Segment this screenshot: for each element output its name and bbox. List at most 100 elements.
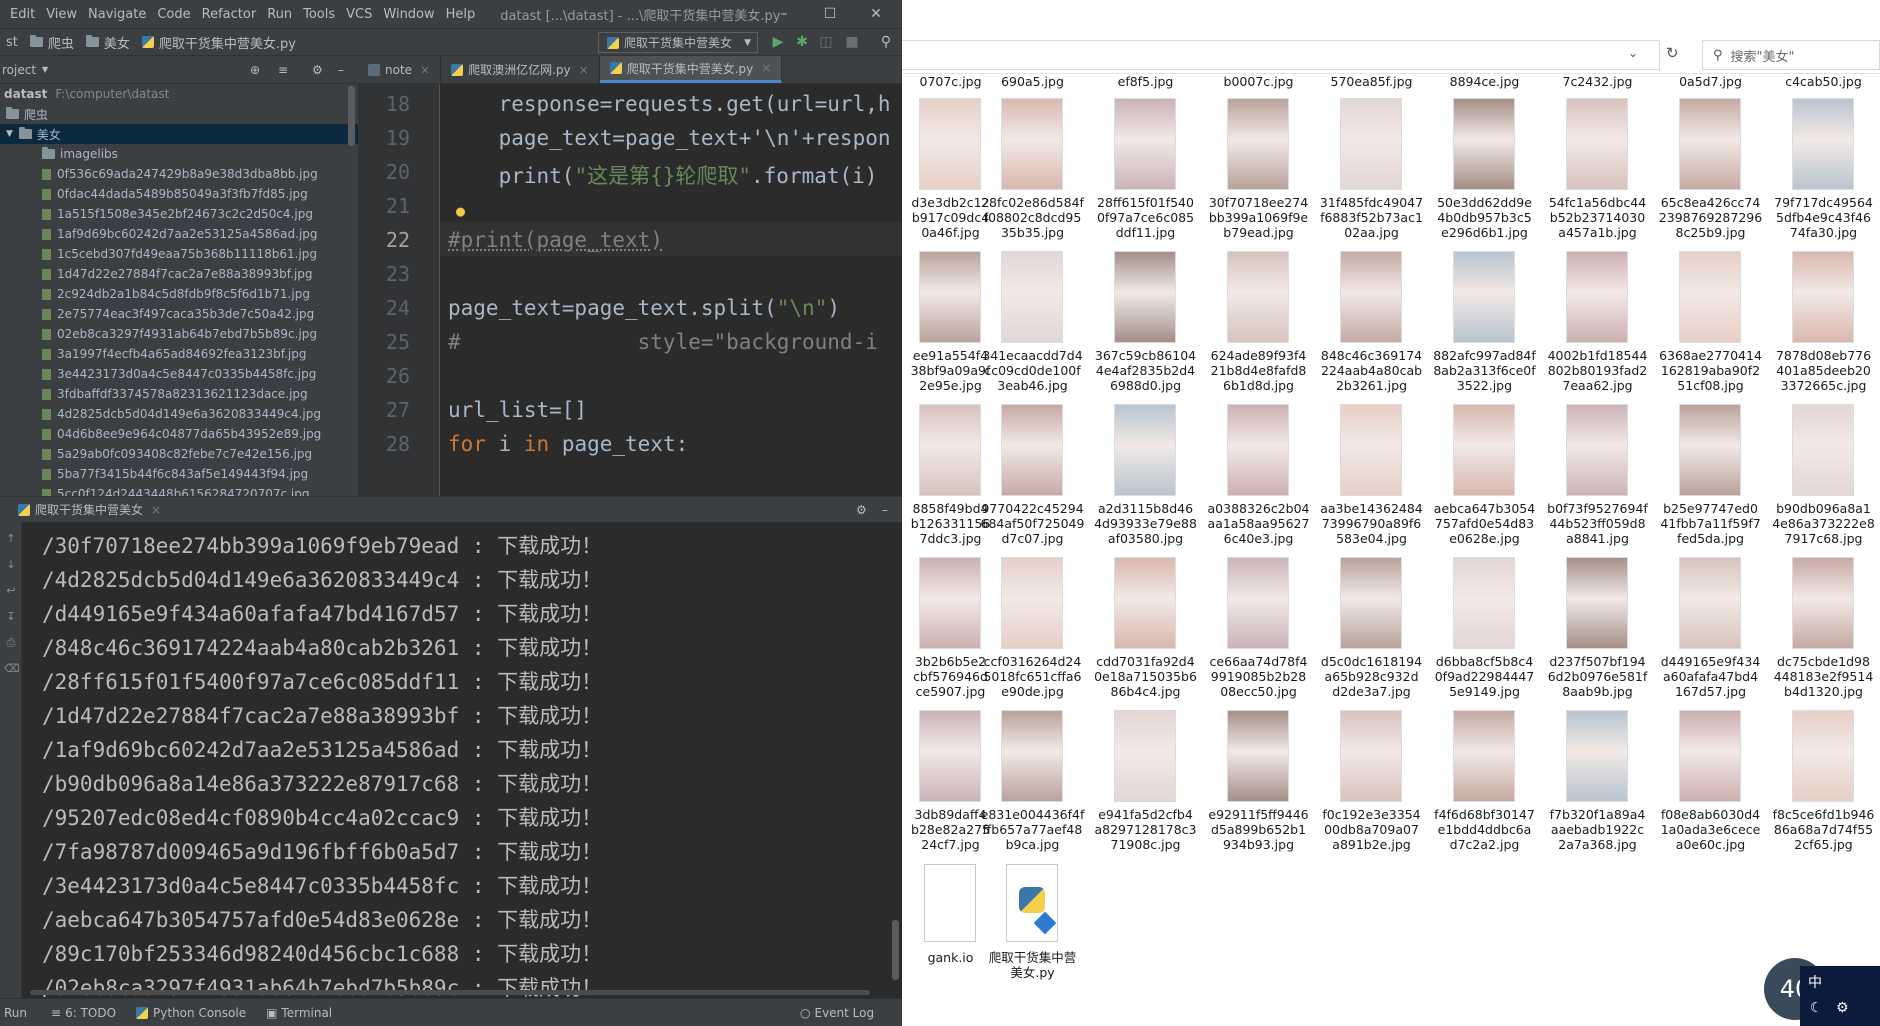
image-file[interactable]: a2d3115b8d46 4d93933e79e88 af03580.jpg — [1089, 404, 1202, 554]
image-file[interactable]: 624ade89f93f4 21b8d4e8fafd8 6b1d8d.jpg — [1202, 251, 1315, 401]
tree-root[interactable]: datast F:\computer\datast — [0, 84, 358, 104]
tree-file-item[interactable]: 0fdac44dada5489b85049a3f3fb7fd85.jpg — [0, 184, 358, 204]
file-name[interactable]: 0a5d7.jpg — [1654, 74, 1767, 89]
image-file[interactable]: 30f70718ee274 bb399a1069f9e b79ead.jpg — [1202, 98, 1315, 248]
image-file[interactable]: 4002b1fd18544 802b80193fad2 7eaa62.jpg — [1541, 251, 1654, 401]
image-file[interactable]: 882afc997ad84f 8ab2a313f6ce0f 3522.jpg — [1428, 251, 1541, 401]
file-name[interactable]: c4cab50.jpg — [1767, 74, 1880, 89]
todo-tool-button[interactable]: ≡ 6: TODO — [51, 1006, 116, 1020]
tree-file-item[interactable]: 02eb8ca3297f4931ab64b7ebd7b5b89c.jpg — [0, 324, 358, 344]
address-bar[interactable]: ⌄ — [902, 40, 1660, 70]
input-method-icon[interactable]: 中 — [1808, 972, 1822, 992]
image-file[interactable]: d449165e9f434 a60afafa47bd4 167d57.jpg — [1654, 557, 1767, 707]
tree-file-item[interactable]: 0f536c69ada247429b8a9e38d3dba8bb.jpg — [0, 164, 358, 184]
image-file[interactable]: aa3be14362484 73996790a89f6 583e04.jpg — [1315, 404, 1428, 554]
close-icon[interactable]: × — [761, 61, 771, 75]
tree-file-item[interactable]: 1c5cebd307fd49eaa75b368b11118b61.jpg — [0, 244, 358, 264]
menu-item[interactable]: Edit — [10, 7, 35, 22]
lightbulb-icon[interactable]: ● — [456, 202, 465, 220]
tree-file-item[interactable]: 5ba77f3415b44f6c843af5e149443f94.jpg — [0, 464, 358, 484]
file-name[interactable]: 570ea85f.jpg — [1315, 74, 1428, 89]
hide-icon[interactable]: – — [338, 63, 344, 77]
image-file[interactable]: ce66aa74d78f4 9919085b2b28 08ecc50.jpg — [1202, 557, 1315, 707]
image-file[interactable]: b90db096a8a1 4e86a373222e8 7917c68.jpg — [1767, 404, 1880, 554]
menu-item[interactable]: VCS — [346, 7, 372, 22]
menu-item[interactable]: Code — [157, 7, 190, 22]
gear-icon[interactable]: ⚙ — [1836, 1000, 1849, 1016]
maximize-icon[interactable]: ☐ — [810, 0, 850, 28]
tree-scrollbar[interactable] — [348, 86, 355, 146]
image-file[interactable]: 31f485fdc49047 f6883f52b73ac1 02aa.jpg — [1315, 98, 1428, 248]
tree-file-item[interactable]: 2c924db2a1b84c5d8fdb9f8c5f6d1b71.jpg — [0, 284, 358, 304]
image-file[interactable]: 6368ae2770414 162819aba90f2 51cf08.jpg — [1654, 251, 1767, 401]
python-console-button[interactable]: Python Console — [136, 1006, 246, 1020]
image-file[interactable]: e831e004436f4f ffb657a77aef48 b9ca.jpg — [976, 710, 1089, 860]
code-editor[interactable]: response=requests.get(url=url,h page_tex… — [440, 84, 902, 496]
image-file[interactable]: f4f6d68bf30147 e1bdd4ddbc6a d7c2a2.jpg — [1428, 710, 1541, 860]
tree-file-item[interactable]: 3a1997f4ecfb4a65ad84692fea3123bf.jpg — [0, 344, 358, 364]
image-file[interactable]: b25e97747ed0 41fbb7a11f59f7 fed5da.jpg — [1654, 404, 1767, 554]
python-script-file[interactable]: 爬取干货集中营 美女.py — [976, 864, 1089, 994]
tree-file-item[interactable]: 3e4423173d0a4c5e8447c0335b4458fc.jpg — [0, 364, 358, 384]
refresh-icon[interactable]: ↻ — [1666, 44, 1679, 62]
image-file[interactable]: a0388326c2b04 aa1a58aa95627 6c40e3.jpg — [1202, 404, 1315, 554]
image-file[interactable]: d6bba8cf5b8c4 0f9ad22984447 5e9149.jpg — [1428, 557, 1541, 707]
image-file[interactable]: 7878d08eb776 401a85deeb20 3372665c.jpg — [1767, 251, 1880, 401]
image-file[interactable]: 9770422c45294 684af50f725049 d7c07.jpg — [976, 404, 1089, 554]
minimize-icon[interactable]: – — [764, 0, 804, 28]
file-name[interactable]: 7c2432.jpg — [1541, 74, 1654, 89]
file-name[interactable]: 8894ce.jpg — [1428, 74, 1541, 89]
tree-file-item[interactable]: 1af9d69bc60242d7aa2e53125a4586ad.jpg — [0, 224, 358, 244]
tab-ganhuo[interactable]: 爬取干货集中营美女.py × — [599, 56, 783, 83]
coverage-icon[interactable]: ◫ — [816, 32, 836, 52]
menu-item[interactable]: Refactor — [202, 7, 257, 22]
scroll-down-icon[interactable]: ↓ — [4, 558, 18, 572]
gear-icon[interactable]: ⚙ — [312, 63, 323, 77]
file-name[interactable]: ef8f5.jpg — [1089, 74, 1202, 89]
image-file[interactable]: e92911f5ff9446 d5a899b652b1 934b93.jpg — [1202, 710, 1315, 860]
image-file[interactable]: 28fc02e86d584f f08802c8dcd95 35b35.jpg — [976, 98, 1089, 248]
image-file[interactable]: e941fa5d2cfb4 a8297128178c3 71908c.jpg — [1089, 710, 1202, 860]
tree-file-item[interactable]: 2e75774eac3f497caca35b3de7c50a42.jpg — [0, 304, 358, 324]
file-name[interactable]: b0007c.jpg — [1202, 74, 1315, 89]
breadcrumb-root[interactable]: st — [0, 35, 24, 50]
search-input[interactable]: ⚲ 搜索"美女" — [1702, 40, 1880, 70]
file-name[interactable]: 690a5.jpg — [976, 74, 1089, 89]
image-file[interactable]: ccf0316264d24 5018fc651cffa6 e90de.jpg — [976, 557, 1089, 707]
breadcrumb-folder-meinv[interactable]: 美女 — [80, 33, 136, 52]
menu-item[interactable]: Navigate — [88, 7, 146, 22]
gear-icon[interactable]: ⚙ — [856, 503, 867, 517]
run-tool-button[interactable]: Run — [4, 1006, 27, 1020]
hide-icon[interactable]: – — [882, 503, 888, 517]
tree-file-item[interactable]: 1d47d22e27884f7cac2a7e88a38993bf.jpg — [0, 264, 358, 284]
project-view-label[interactable]: roject — [0, 63, 36, 77]
image-file[interactable]: f7b320f1a89a4 aaebadb1922c 2a7a368.jpg — [1541, 710, 1654, 860]
run-configuration-select[interactable]: 爬取干货集中营美女 ▼ — [598, 32, 758, 53]
tab-aozhou[interactable]: 爬取澳洲亿亿网.py × — [441, 56, 600, 83]
console-scrollbar[interactable] — [892, 920, 899, 980]
event-log-button[interactable]: ○ Event Log — [800, 1006, 874, 1020]
close-icon[interactable]: × — [579, 63, 589, 77]
print-icon[interactable]: ⎙ — [4, 636, 18, 650]
soft-wrap-icon[interactable]: ↩ — [4, 584, 18, 598]
terminal-button[interactable]: ▣ Terminal — [266, 1006, 332, 1020]
tree-file-item[interactable]: 5cc0f124d2443448b6156284720707c.jpg — [0, 484, 358, 496]
close-icon[interactable]: × — [151, 503, 161, 517]
scroll-up-icon[interactable]: ↑ — [4, 532, 18, 546]
image-file[interactable]: 54fc1a56dbc44 b52b23714030 a457a1b.jpg — [1541, 98, 1654, 248]
run-icon[interactable]: ▶ — [768, 32, 788, 52]
image-file[interactable]: 65c8ea426cc74 2398769287296 8c25b9.jpg — [1654, 98, 1767, 248]
image-file[interactable]: 341ecaacdd7d4 cc09cd0de100f 3eab46.jpg — [976, 251, 1089, 401]
close-icon[interactable]: × — [420, 63, 430, 77]
menu-item[interactable]: View — [46, 7, 77, 22]
image-file[interactable]: 28ff615f01f540 0f97a7ce6c085 ddf11.jpg — [1089, 98, 1202, 248]
tree-file-item[interactable]: 1a515f1508e345e2bf24673c2c2d50c4.jpg — [0, 204, 358, 224]
image-file[interactable]: f0c192e3e3354 00db8a709a07 a891b2e.jpg — [1315, 710, 1428, 860]
tab-note[interactable]: note × — [358, 56, 442, 83]
trash-icon[interactable]: ⌫ — [4, 662, 20, 676]
close-icon[interactable]: ✕ — [856, 0, 896, 28]
tree-file-item[interactable]: 04d6b8ee9e964c04877da65b43952e89.jpg — [0, 424, 358, 444]
tree-file-item[interactable]: 3fdbaffdf3374578a82313621123dace.jpg — [0, 384, 358, 404]
breadcrumb-file[interactable]: 爬取干货集中营美女.py — [136, 33, 302, 52]
chevron-down-icon[interactable]: ▼ — [6, 129, 13, 139]
